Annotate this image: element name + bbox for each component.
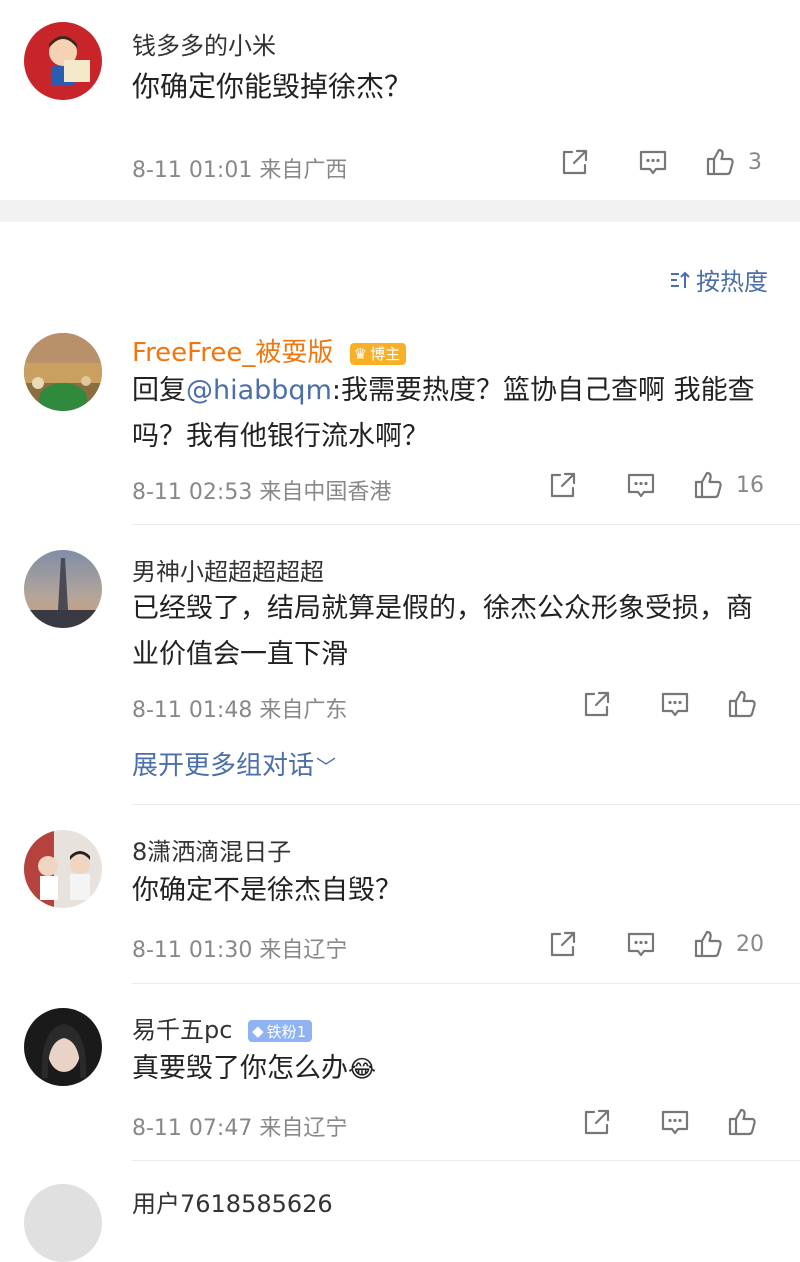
comment-text: 回复@hiabbqm:我需要热度？篮协自己查啊 我能查吗？我有他银行流水啊？	[132, 375, 755, 452]
laugh-emoji: 😂	[348, 1055, 377, 1083]
blogger-badge: ♛ 博主	[349, 342, 407, 365]
comment-actions	[558, 1106, 776, 1138]
share-button[interactable]	[524, 469, 602, 501]
mention-link[interactable]: @hiabbqm	[186, 375, 332, 406]
fan-badge: ◆ 铁粉1	[248, 1020, 313, 1042]
comment-item: 钱多多的小米 你确定你能毁掉徐杰？ 8-11 01:01 来自广西 3	[0, 0, 800, 200]
username[interactable]: 用户7618585626	[132, 1184, 333, 1219]
username[interactable]: FreeFree_被耍版 ♛ 博主	[132, 332, 407, 369]
comment-actions: 3	[536, 146, 776, 178]
like-icon	[704, 146, 736, 178]
comment-meta: 8-11 02:53 来自中国香港	[132, 480, 392, 505]
like-icon	[726, 1106, 758, 1138]
reply-button[interactable]	[636, 688, 714, 720]
like-count: 3	[748, 149, 762, 175]
like-icon	[692, 928, 724, 960]
avatar[interactable]	[24, 1008, 102, 1086]
share-icon	[559, 146, 591, 178]
chevron-down-icon: ﹀	[316, 755, 337, 779]
reply-button[interactable]	[636, 1106, 714, 1138]
username[interactable]: 男神小超超超超超	[132, 552, 324, 587]
comment-actions: 20	[524, 928, 776, 960]
comment-text: 你确定不是徐杰自毁？	[132, 875, 402, 906]
comment-meta: 8-11 01:30 来自辽宁	[132, 938, 348, 963]
like-button[interactable]	[726, 688, 776, 720]
comment-text: 已经毁了，结局就算是假的，徐杰公众形象受损，商业价值会一直下滑	[132, 593, 753, 670]
username[interactable]: 易千五pc ◆ 铁粉1	[132, 1010, 313, 1045]
like-button[interactable]: 16	[692, 469, 776, 501]
share-button[interactable]	[524, 928, 602, 960]
diamond-icon: ◆	[252, 1022, 264, 1040]
section-divider	[0, 200, 800, 222]
share-icon	[547, 469, 579, 501]
avatar[interactable]	[24, 550, 102, 628]
divider	[132, 983, 800, 984]
comment-icon	[625, 928, 657, 960]
divider	[132, 524, 800, 525]
crown-icon: ♛	[353, 344, 368, 363]
avatar[interactable]	[24, 333, 102, 411]
like-icon	[692, 469, 724, 501]
like-button[interactable]: 20	[692, 928, 776, 960]
comment-meta: 8-11 07:47 来自辽宁	[132, 1116, 348, 1141]
comment-text: 你确定你能毁掉徐杰？	[132, 70, 413, 103]
comment-icon	[637, 146, 669, 178]
share-button[interactable]	[558, 688, 636, 720]
sort-icon	[671, 271, 690, 288]
username[interactable]: 8潇洒滴混日子	[132, 832, 291, 867]
divider	[132, 1160, 800, 1161]
comment-icon	[625, 469, 657, 501]
avatar[interactable]	[24, 22, 102, 100]
avatar[interactable]	[24, 830, 102, 908]
share-icon	[547, 928, 579, 960]
sort-toggle[interactable]: 按热度	[668, 262, 768, 297]
comment-icon	[659, 1106, 691, 1138]
comment-actions: 16	[524, 469, 776, 501]
comment-meta: 8-11 01:48 来自广东	[132, 698, 348, 723]
comment-text: 真要毁了你怎么办😂	[132, 1053, 377, 1084]
username[interactable]: 钱多多的小米	[132, 26, 276, 61]
share-button[interactable]	[536, 146, 614, 178]
comment-meta: 8-11 01:01 来自广西	[132, 158, 348, 183]
sort-label: 按热度	[696, 268, 768, 296]
like-button[interactable]	[726, 1106, 776, 1138]
comment-actions	[558, 688, 776, 720]
like-icon	[726, 688, 758, 720]
reply-button[interactable]	[602, 469, 680, 501]
comment-icon	[659, 688, 691, 720]
like-button[interactable]: 3	[704, 146, 776, 178]
share-button[interactable]	[558, 1106, 636, 1138]
share-icon	[581, 688, 613, 720]
like-count: 20	[736, 931, 764, 957]
avatar[interactable]	[24, 1184, 102, 1262]
expand-conversation-link[interactable]: 展开更多组对话 ﹀	[132, 745, 336, 782]
reply-button[interactable]	[614, 146, 692, 178]
reply-button[interactable]	[602, 928, 680, 960]
divider	[132, 804, 800, 805]
share-icon	[581, 1106, 613, 1138]
like-count: 16	[736, 472, 764, 498]
